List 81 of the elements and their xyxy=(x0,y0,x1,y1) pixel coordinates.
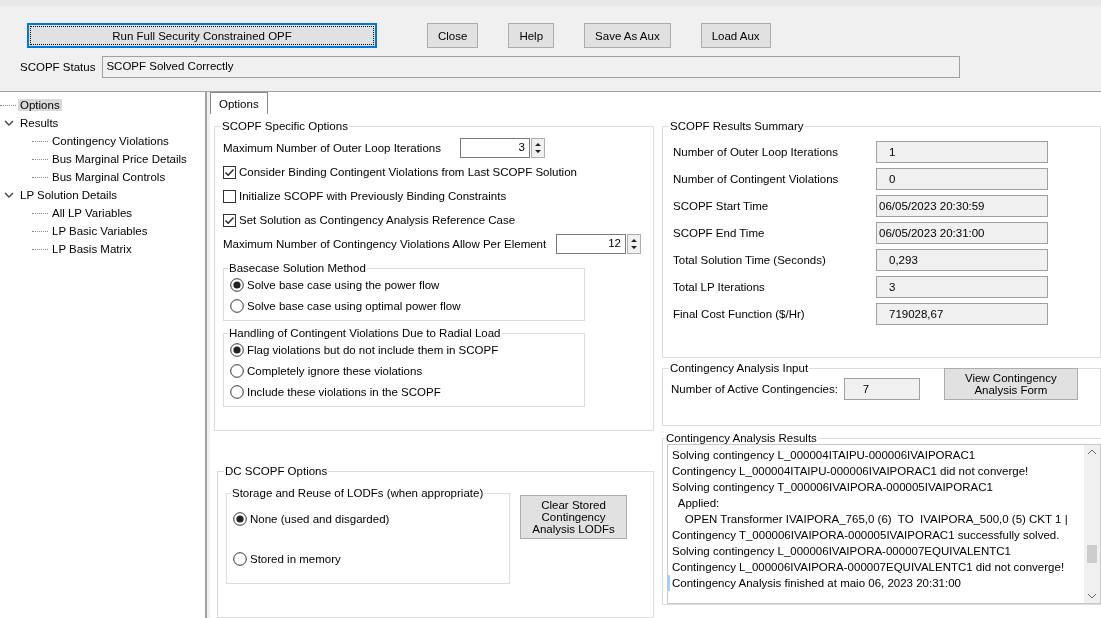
radio-button[interactable] xyxy=(233,512,247,527)
tree-item[interactable]: Options xyxy=(18,99,62,111)
view-form-button[interactable]: View Contingency Analysis Form xyxy=(943,368,1078,400)
radio-button[interactable] xyxy=(230,298,244,313)
summary-label: Total LP Iterations xyxy=(673,280,766,293)
group-title: SCOPF Specific Options xyxy=(221,120,349,132)
log-line: Applied: xyxy=(676,496,721,511)
group-title: Storage and Reuse of LODFs (when appropriate) xyxy=(231,487,485,500)
log-line: Solving contingency L_000006IVAIPORA-000007EQUIVALENTC1 xyxy=(672,544,1013,559)
toolbar-button[interactable]: Load Aux xyxy=(700,23,771,48)
checkbox[interactable] xyxy=(223,189,236,203)
toolbar-button[interactable]: Save As Aux xyxy=(584,23,671,48)
checkbox[interactable] xyxy=(223,165,236,179)
radio-label[interactable]: Solve base case using the power flow xyxy=(247,278,440,291)
summary-label: SCOPF Start Time xyxy=(673,199,770,212)
toolbar-button[interactable]: Help xyxy=(508,23,555,48)
tree-item[interactable]: LP Solution Details xyxy=(18,189,119,201)
summary-label: SCOPF End Time xyxy=(673,226,766,239)
radio-label[interactable]: None (used and disgarded) xyxy=(250,513,390,526)
radio-label[interactable]: Solve base case using optimal power flow xyxy=(247,299,461,312)
radio-button[interactable] xyxy=(230,342,244,357)
group-title: Contingency Analysis Input xyxy=(669,362,810,374)
radio-button[interactable] xyxy=(230,277,244,292)
toolbar-button[interactable]: Run Full Security Constrained OPF xyxy=(27,23,377,48)
tree-item[interactable]: LP Basis Matrix xyxy=(50,243,134,255)
radio-label[interactable]: Flag violations but do not include them in SCOPF xyxy=(247,343,499,356)
summary-value: 06/05/2023 20:30:59 xyxy=(876,194,1048,217)
summary-label: Number of Outer Loop Iterations xyxy=(673,145,839,158)
number-field[interactable]: 3 xyxy=(460,138,530,158)
number-field[interactable]: 12 xyxy=(556,234,626,254)
tree-item[interactable]: Bus Marginal Controls xyxy=(50,171,168,183)
summary-value: 0 xyxy=(876,167,1048,190)
tree-item[interactable]: Contingency Violations xyxy=(50,135,171,147)
summary-label: Number of Contingent Violations xyxy=(673,172,840,185)
summary-label: Total Solution Time (Seconds) xyxy=(673,253,827,266)
status-field: SCOPF Solved Correctly xyxy=(102,56,961,78)
spinner-arrows-icon[interactable] xyxy=(531,138,545,158)
radio-label[interactable]: Include these violations in the SCOPF xyxy=(247,385,441,398)
summary-label: Final Cost Function ($/Hr) xyxy=(673,307,806,320)
summary-value: 06/05/2023 20:31:00 xyxy=(876,221,1048,244)
summary-value: 719028,67 xyxy=(876,302,1048,325)
log-line: Solving contingency T_000006IVAIPORA-000005IVAIPORAC1 xyxy=(672,480,994,495)
spinner-arrows-icon[interactable] xyxy=(627,234,641,254)
summary-value: 1 xyxy=(876,140,1048,163)
option-label: Maximum Number of Outer Loop Iterations xyxy=(223,142,441,154)
group-title: Handling of Contingent Violations Due to Radial Load xyxy=(228,327,502,339)
group-title: Contingency Analysis Results xyxy=(665,432,818,444)
group-title: DC SCOPF Options xyxy=(224,465,329,478)
summary-value: 0,293 xyxy=(876,248,1048,271)
log-line: Contingency L_000004ITAIPU-000006IVAIPORAC1 did not converge! xyxy=(672,464,1030,479)
status-label: SCOPF Status xyxy=(20,61,96,73)
chevron-icon[interactable] xyxy=(4,190,14,200)
log-line: Contingency Analysis finished at maio 06, 2023 20:31:00 xyxy=(668,575,1080,591)
radio-button[interactable] xyxy=(233,552,247,567)
checkbox-label[interactable]: Consider Binding Contingent Violations from Last SCOPF Solution xyxy=(239,166,577,178)
log-line: OPEN Transformer IVAIPORA_765,0 (6) TO IVAIPORA_500,0 (5) CKT 1 | xyxy=(683,512,1069,527)
toolbar-button[interactable]: Close xyxy=(427,23,479,48)
log-line: Contingency T_000006IVAIPORA-000005IVAIPORAC1 successfully solved. xyxy=(672,528,1061,543)
radio-label[interactable]: Stored in memory xyxy=(250,553,341,566)
radio-label[interactable]: Completely ignore these violations xyxy=(247,364,423,377)
log-line: Contingency L_000006IVAIPORA-000007EQUIVALENTC1 did not converge! xyxy=(672,560,1066,575)
contingency-count-label: Number of Active Contingencies: xyxy=(671,383,838,395)
log-line: Solving contingency L_000004ITAIPU-000006IVAIPORAC1 xyxy=(672,448,977,463)
clear-lodfs-button[interactable]: Clear Stored Contingency Analysis LODFs xyxy=(520,495,627,540)
scrollbar-drawing[interactable] xyxy=(1084,445,1100,603)
group-title: Basecase Solution Method xyxy=(228,262,367,274)
contingency-count-field: 7 xyxy=(843,378,920,400)
tab[interactable]: Options xyxy=(210,92,268,114)
checkbox-label[interactable]: Set Solution as Contingency Analysis Reference Case xyxy=(239,214,516,226)
chevron-icon[interactable] xyxy=(4,118,14,128)
summary-value: 3 xyxy=(876,275,1048,298)
radio-button[interactable] xyxy=(230,363,244,378)
group-title: SCOPF Results Summary xyxy=(669,120,805,132)
checkbox[interactable] xyxy=(223,213,236,227)
tree-item[interactable]: LP Basic Variables xyxy=(50,225,150,237)
tree-item[interactable]: Bus Marginal Price Details xyxy=(50,153,189,165)
checkbox-label[interactable]: Initialize SCOPF with Previously Binding Constraints xyxy=(239,190,507,202)
option-label: Maximum Number of Contingency Violations Allow Per Element xyxy=(223,238,547,250)
tree-item[interactable]: All LP Variables xyxy=(50,207,135,219)
tree-item[interactable]: Results xyxy=(18,117,61,129)
radio-button[interactable] xyxy=(230,384,244,399)
